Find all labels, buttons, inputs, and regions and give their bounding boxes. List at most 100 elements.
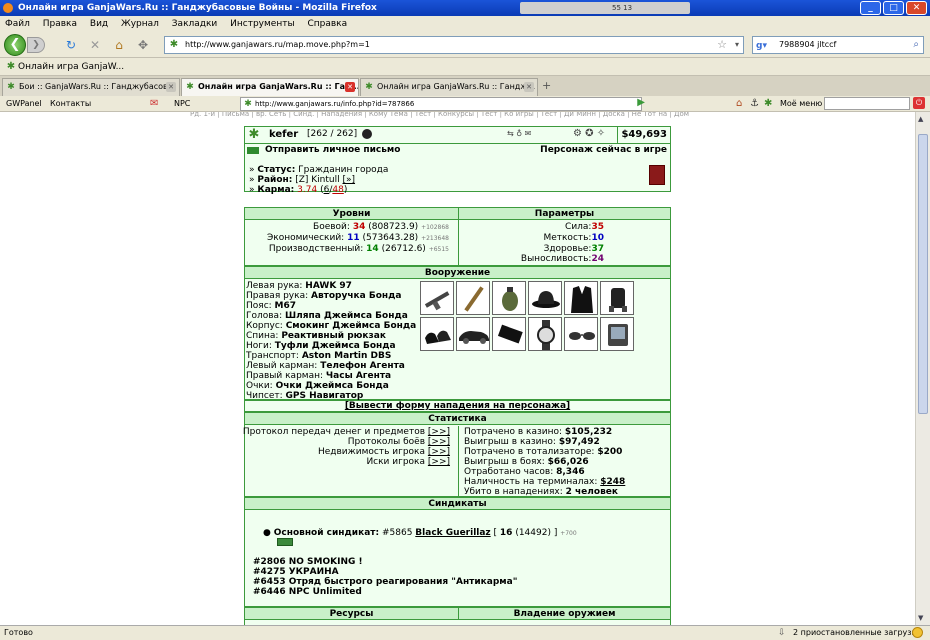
menu-file[interactable]: Файл [5, 19, 30, 29]
send-mail-link[interactable]: Отправить личное письмо [265, 145, 400, 155]
slot-item[interactable]: Часы Агента [326, 371, 391, 381]
house-icon[interactable]: ⌂ [736, 96, 742, 112]
stat-link-button[interactable]: [>>] [428, 437, 450, 447]
address-bar[interactable]: ✱ http://www.ganjawars.ru/map.move.php?m… [164, 36, 744, 54]
menu-view[interactable]: Вид [90, 19, 108, 29]
vertical-scrollbar[interactable]: ▲ ▼ [915, 112, 930, 625]
slot-item[interactable]: Реактивный рюкзак [281, 331, 386, 341]
slot-item[interactable]: M67 [275, 301, 296, 311]
slot-item[interactable]: Смокинг Джеймса Бонда [286, 321, 417, 331]
gps-item-icon[interactable] [600, 317, 634, 351]
hat-item-icon[interactable] [528, 281, 562, 315]
menu-edit[interactable]: Правка [43, 19, 77, 29]
my-menu-link[interactable]: Моё меню [780, 96, 822, 112]
stat-label: Отработано часов: [464, 467, 554, 477]
car-item-icon[interactable] [456, 317, 490, 351]
reload-icon[interactable]: ↻ [64, 38, 78, 52]
statistics-header: Статистика [245, 413, 670, 425]
menu-help[interactable]: Справка [307, 19, 347, 29]
armament-box: Вооружение Левая рука: HAWK 97 Правая ру… [244, 266, 671, 401]
stat-value-row: Выигрыш в боях: $66,026 [464, 457, 589, 467]
bookmark-item[interactable]: Онлайн игра GanjaW... [18, 62, 124, 72]
tuxedo-item-icon[interactable] [564, 281, 598, 315]
watch-item-icon[interactable] [528, 317, 562, 351]
player-name[interactable]: kefer [269, 129, 298, 140]
karma-total[interactable]: 48 [332, 185, 343, 195]
armament-row: Очки: Очки Джеймса Бонда [246, 381, 389, 391]
downloads-text[interactable]: 2 приостановленные загрузки [793, 626, 922, 640]
tab-close-icon[interactable]: ✕ [524, 82, 534, 92]
karma-positive[interactable]: 6 [324, 185, 330, 195]
gw-address-field[interactable]: ✱ http://www.ganjawars.ru/info.php?id=78… [240, 97, 645, 111]
main-syndicate-link[interactable]: Black Guerillaz [415, 528, 490, 538]
district-value[interactable]: [Z] Kintull [295, 175, 339, 185]
new-tab-button[interactable]: + [542, 79, 551, 92]
stat-value[interactable]: $248 [600, 477, 625, 487]
scroll-down-icon[interactable]: ▼ [918, 614, 923, 622]
scroll-thumb[interactable] [918, 134, 928, 414]
addon-icon[interactable]: ✥ [136, 38, 150, 52]
gift-icon[interactable]: ✉ [150, 96, 158, 112]
stat-link-button[interactable]: [>>] [428, 457, 450, 467]
go-arrow-icon[interactable]: ▶ [637, 97, 645, 109]
slot-item[interactable]: Aston Martin DBS [302, 351, 392, 361]
jetpack-item-icon[interactable] [600, 281, 634, 315]
grenade-item-icon[interactable] [492, 281, 526, 315]
tab-battles[interactable]: ✱ Бои :: GanjaWars.Ru :: Ганджубасов... … [2, 78, 180, 96]
armament-row: Голова: Шляпа Джеймса Бонда [246, 311, 408, 321]
slot-item[interactable]: HAWK 97 [305, 281, 352, 291]
dropdown-icon[interactable]: ▾ [735, 37, 739, 53]
forward-button[interactable]: ❯ [27, 37, 45, 53]
shoes-item-icon[interactable] [420, 317, 454, 351]
syndicate-item[interactable]: #6446 NPC Unlimited [253, 587, 362, 597]
phone-item-icon[interactable] [492, 317, 526, 351]
slot-item[interactable]: Шляпа Джеймса Бонда [285, 311, 408, 321]
stat-link-button[interactable]: [>>] [428, 447, 450, 457]
slot-item[interactable]: Очки Джеймса Бонда [276, 381, 389, 391]
rifle-item-icon[interactable] [420, 281, 454, 315]
search-icon[interactable]: ⌕ [913, 37, 919, 53]
tab-game[interactable]: ✱ Онлайн игра GanjaWars.Ru :: Гандж... ✕ [360, 78, 538, 96]
stat-label: Выигрыш в казино: [464, 437, 556, 447]
gwpanel-link[interactable]: GWPanel [6, 96, 42, 112]
syndicate-flag-icon [277, 538, 293, 546]
status-text: Готово [4, 628, 33, 637]
syndicate-item[interactable]: #2806 NO SMOKING ! [253, 557, 363, 567]
leaf-menu-icon[interactable]: ✱ [764, 96, 772, 112]
menu-tools[interactable]: Инструменты [230, 19, 294, 29]
level-row-production: Производственный: 14 (26712.6) +6515 [269, 244, 449, 254]
tab-close-icon[interactable]: ✕ [166, 82, 176, 92]
close-window-button[interactable]: ✕ [906, 1, 927, 15]
power-icon[interactable]: ⏻ [913, 97, 925, 109]
slot-item[interactable]: Телефон Агента [320, 361, 405, 371]
npc-link[interactable]: NPC [174, 96, 190, 112]
pen-item-icon[interactable] [456, 281, 490, 315]
search-box[interactable]: g▾ 7988904 jltccf ⌕ [752, 36, 924, 54]
anchor-icon[interactable]: ⚓ [750, 96, 759, 112]
menu-history[interactable]: Журнал [121, 19, 159, 29]
slot-item[interactable]: Туфли Джеймса Бонда [275, 341, 396, 351]
attack-form-link[interactable]: [Вывести форму нападения на персонажа] [345, 401, 570, 411]
syndicate-item[interactable]: #6453 Отряд быстрого реагирования "Антик… [253, 577, 517, 587]
slot-item[interactable]: Авторучка Бонда [311, 291, 401, 301]
gw-search-field[interactable] [824, 97, 910, 110]
district-link[interactable]: [»] [343, 175, 356, 185]
contacts-link[interactable]: Контакты [50, 96, 91, 112]
glasses-item-icon[interactable] [564, 317, 598, 351]
stop-icon[interactable]: ✕ [88, 38, 102, 52]
back-button[interactable]: ❮ [4, 34, 26, 56]
minimize-button[interactable]: _ [860, 1, 881, 15]
bullet-icon: ● [263, 528, 271, 538]
top-game-nav[interactable]: Рд. 1-й | Письма | вр. Сеть | Синд. | На… [190, 112, 730, 118]
media-player-bar[interactable]: 55 13 [520, 2, 690, 14]
stat-link-button[interactable]: [>>] [428, 427, 450, 437]
tab-game-active[interactable]: ✱ Онлайн игра GanjaWars.Ru :: Ган... ✕ [181, 78, 359, 96]
home-icon[interactable]: ⌂ [112, 38, 126, 52]
syndicate-item[interactable]: #4275 УКРАИНА [253, 567, 339, 577]
menu-bookmarks[interactable]: Закладки [172, 19, 218, 29]
scroll-up-icon[interactable]: ▲ [918, 115, 923, 123]
bookmark-star-icon[interactable]: ☆ [717, 37, 727, 53]
tab-close-icon[interactable]: ✕ [345, 82, 355, 92]
karma-row: » Карма: 3.74 (6/48) [249, 185, 348, 195]
maximize-button[interactable]: □ [883, 1, 904, 15]
